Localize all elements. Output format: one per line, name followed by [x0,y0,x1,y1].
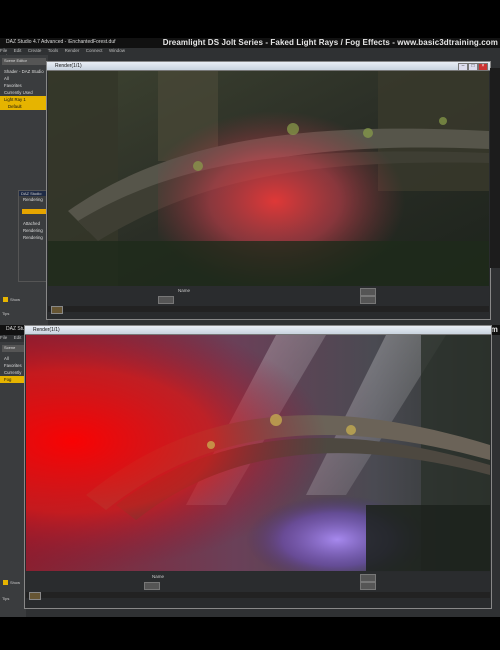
menu-connect[interactable]: Connect [86,48,103,53]
render-statusbar [26,592,490,598]
name-label: Name [152,574,165,579]
app-menubar: File Edit Create Tools Render Connect Wi… [0,48,140,59]
save-dropdown[interactable] [158,296,174,304]
right-sidebar [490,68,500,268]
options-button[interactable] [360,296,376,304]
app-titlebar: DAZ Studio 4.7 Advanced - \EnchantedFore… [0,38,500,48]
rendered-forest-image [48,71,489,286]
close-icon[interactable]: × [478,63,488,71]
menu-create[interactable]: Create [28,48,42,53]
render-window: Render(1/1) Name [24,325,492,609]
category-favorites[interactable]: Favorites [0,82,48,89]
show-checkbox[interactable] [3,580,8,585]
category-currently-used[interactable]: Currently Used [0,89,48,96]
render-window: Render(1/1) – □ × Name [46,61,491,320]
category-fog[interactable]: Fog [0,376,26,383]
render-status-icon[interactable] [51,306,63,314]
category-all[interactable]: All [0,75,48,82]
side-tabs[interactable]: Scene Editor [2,58,46,65]
category-light-ray[interactable]: Light Ray 1 [0,96,48,103]
bottom-screenshot: DAZ Studio Dreamlight DS Jolt Series - F… [0,325,500,617]
tutorial-banner: Dreamlight DS Jolt Series - Faked Light … [162,38,498,47]
rendered-forest-image [26,335,490,571]
name-label: Name [178,288,191,293]
minimize-icon[interactable]: – [458,63,468,71]
options-button[interactable] [360,582,376,590]
tips-label[interactable]: Tips [2,311,9,316]
show-label: Show [10,580,21,585]
top-screenshot: DAZ Studio 4.7 Advanced - \EnchantedFore… [0,38,500,330]
menu-render[interactable]: Render [65,48,80,53]
menu-file[interactable]: File [0,335,7,340]
category-favorites[interactable]: Favorites [0,362,26,369]
name-dropdown[interactable] [360,574,376,582]
app-title: DAZ Studio 4.7 Advanced - \EnchantedFore… [6,39,116,45]
menu-edit[interactable]: Edit [14,335,22,340]
render-titlebar: Render(1/1) – □ × [47,62,490,71]
side-panel: Scene All Favorites Currently Fog [0,342,26,617]
category-currently[interactable]: Currently [0,369,26,376]
save-dropdown[interactable] [144,582,160,590]
maximize-icon[interactable]: □ [468,63,478,71]
category-all[interactable]: All [0,355,26,362]
tips-label[interactable]: Tips [2,596,9,601]
render-titlebar: Render(1/1) [25,326,491,335]
shader-header: Shader - DAZ Studio [4,69,44,74]
menu-window[interactable]: Window [109,48,125,53]
menu-edit[interactable]: Edit [14,48,22,53]
render-title: Render(1/1) [55,63,82,69]
show-checkbox[interactable] [3,297,8,302]
render-status-icon[interactable] [29,592,41,600]
render-title: Render(1/1) [33,327,60,333]
name-dropdown[interactable] [360,288,376,296]
menu-file[interactable]: File [0,48,7,53]
show-label: Show [10,297,21,302]
render-footer: Name [48,286,489,314]
render-footer: Name [26,572,490,600]
menu-tools[interactable]: Tools [48,48,59,53]
progress-bar [22,209,48,214]
side-tabs[interactable]: Scene [2,345,24,352]
render-statusbar [48,306,489,312]
category-default[interactable]: Default [0,103,48,110]
